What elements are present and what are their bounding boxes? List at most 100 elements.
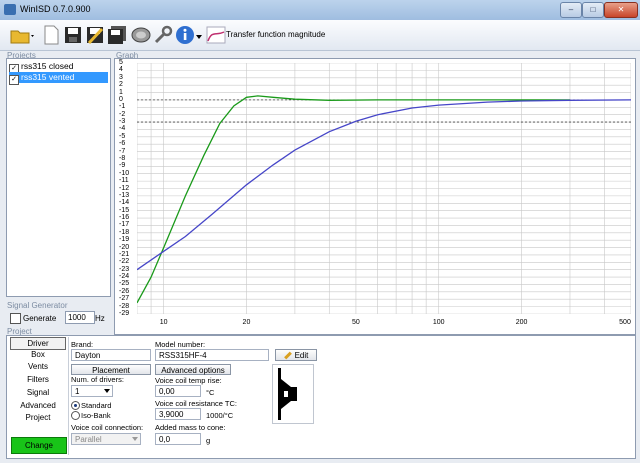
save-icon[interactable] [62, 24, 84, 46]
isobank-radio[interactable] [71, 411, 80, 420]
x-tick-label: 200 [515, 319, 528, 326]
pencil-icon [283, 351, 292, 360]
y-tick-label: -13 [119, 191, 130, 199]
y-tick-label: -29 [119, 310, 130, 317]
project-panel: Driver Box Vents Filters Signal Advanced… [6, 335, 636, 459]
y-tick-label: -28 [119, 302, 130, 310]
app-icon [4, 4, 16, 15]
voice-coil-connection-label: Voice coil connection: [71, 423, 144, 432]
num-drivers-select[interactable]: 1 [71, 385, 113, 397]
project-item-closed[interactable]: ✓ rss315 closed [9, 61, 108, 74]
generate-label: Generate [23, 314, 57, 323]
driver-image [272, 364, 314, 424]
num-drivers-value: 1 [75, 387, 80, 396]
series-line [137, 99, 631, 271]
voice-coil-connection-select[interactable]: Parallel [71, 433, 141, 445]
vc-temp-unit: °C [206, 388, 215, 397]
added-mass-label: Added mass to cone: [155, 423, 226, 432]
new-document-icon[interactable] [40, 24, 62, 46]
vc-resistance-unit: 1000/°C [206, 411, 234, 420]
y-tick-label: -8 [119, 154, 126, 162]
y-tick-label: -5 [119, 132, 126, 140]
standard-radio[interactable] [71, 401, 80, 410]
save-as-icon[interactable] [84, 24, 106, 46]
model-label: Model number: [155, 340, 206, 349]
close-button[interactable]: ✕ [604, 2, 638, 18]
y-tick-label: -3 [119, 118, 126, 126]
y-tick-label: -22 [119, 258, 130, 266]
graph-type-label[interactable]: Transfer function magnitude [226, 30, 325, 39]
tab-advanced[interactable]: Advanced [10, 400, 66, 411]
isobank-label: Iso-Bank [81, 411, 111, 420]
y-tick-label: -7 [119, 147, 126, 155]
y-tick-label: -11 [119, 177, 129, 185]
x-tick-label: 20 [242, 319, 251, 326]
tab-signal[interactable]: Signal [10, 387, 66, 398]
project-list: ✓ rss315 closed ✓ rss315 vented [6, 58, 111, 297]
y-tick-label: -27 [119, 295, 130, 303]
window-title: WinISD 0.7.0.900 [20, 4, 91, 14]
y-tick-label: -19 [119, 236, 130, 244]
frequency-unit: Hz [95, 314, 105, 323]
frequency-input[interactable]: 1000 [65, 311, 95, 324]
x-tick-label: 10 [159, 319, 168, 326]
num-drivers-label: Num. of drivers: [71, 375, 124, 384]
x-tick-label: 50 [352, 319, 360, 326]
project-checkbox[interactable]: ✓ [9, 75, 19, 85]
advanced-options-button[interactable]: Advanced options [155, 364, 231, 375]
model-field[interactable]: RSS315HF-4 [155, 349, 269, 361]
y-tick-label: 5 [119, 59, 123, 66]
y-tick-label: -10 [119, 169, 130, 177]
chevron-down-icon [132, 437, 138, 441]
edit-label: Edit [294, 351, 309, 360]
y-tick-label: -2 [119, 110, 126, 118]
tab-vents[interactable]: Vents [10, 361, 66, 372]
x-tick-label: 100 [432, 319, 445, 326]
brand-label: Brand: [71, 340, 94, 349]
tab-filters[interactable]: Filters [10, 374, 66, 385]
toolbar: Transfer function magnitude [0, 20, 640, 51]
change-button[interactable]: Change [11, 437, 67, 454]
y-tick-label: -25 [119, 280, 130, 288]
info-icon[interactable] [174, 24, 196, 46]
brand-field[interactable]: Dayton [71, 349, 151, 361]
graph-panel: 5 4 3 2 1 0 -1 -2 -3 -4 -5 -6 -7 -8 -9 -10 -11 -12 -13 -14-… [114, 58, 636, 335]
y-tick-label: 3 [119, 73, 123, 81]
x-tick-label: 500 [619, 319, 631, 326]
y-tick-label: -4 [119, 125, 126, 133]
voice-coil-connection-value: Parallel [75, 435, 102, 444]
y-tick-label: 4 [119, 66, 123, 74]
y-tick-label: -21 [119, 250, 130, 258]
standard-label: Standard [81, 401, 112, 410]
driver-database-icon[interactable] [130, 24, 152, 46]
tab-box[interactable]: Box [10, 349, 66, 360]
vc-temp-field[interactable]: 0,00 [155, 385, 201, 397]
y-tick-label: -18 [119, 228, 130, 236]
placement-button[interactable]: Placement [71, 364, 151, 375]
vc-resistance-field[interactable]: 3,9000 [155, 408, 201, 420]
title-bar: WinISD 0.7.0.900 – □ ✕ [0, 0, 640, 20]
chevron-down-icon[interactable] [196, 32, 202, 41]
minimize-button[interactable]: – [560, 2, 582, 18]
y-tick-label: -24 [119, 273, 130, 281]
save-all-icon[interactable] [106, 24, 128, 46]
vc-temp-label: Voice coil temp rise: [155, 376, 222, 385]
speaker-icon [278, 368, 297, 420]
project-item-vented[interactable]: ✓ rss315 vented [9, 72, 108, 85]
tab-project[interactable]: Project [10, 412, 66, 423]
added-mass-field[interactable]: 0,0 [155, 433, 201, 445]
graph-type-icon[interactable] [205, 24, 227, 46]
vc-resistance-label: Voice coil resistance TC: [155, 399, 237, 408]
divider [68, 337, 69, 455]
wrench-icon[interactable] [152, 24, 174, 46]
open-folder-icon[interactable] [8, 24, 36, 46]
project-name: rss315 vented [21, 72, 75, 82]
chevron-down-icon [104, 389, 110, 393]
maximize-button[interactable]: □ [582, 2, 604, 18]
signal-generator-section-label: Signal Generator [7, 301, 68, 310]
y-tick-label: -23 [119, 265, 130, 273]
y-tick-label: 0 [119, 95, 123, 103]
edit-button[interactable]: Edit [275, 349, 317, 361]
generate-checkbox[interactable] [10, 313, 21, 324]
y-tick-label: -15 [119, 206, 130, 214]
